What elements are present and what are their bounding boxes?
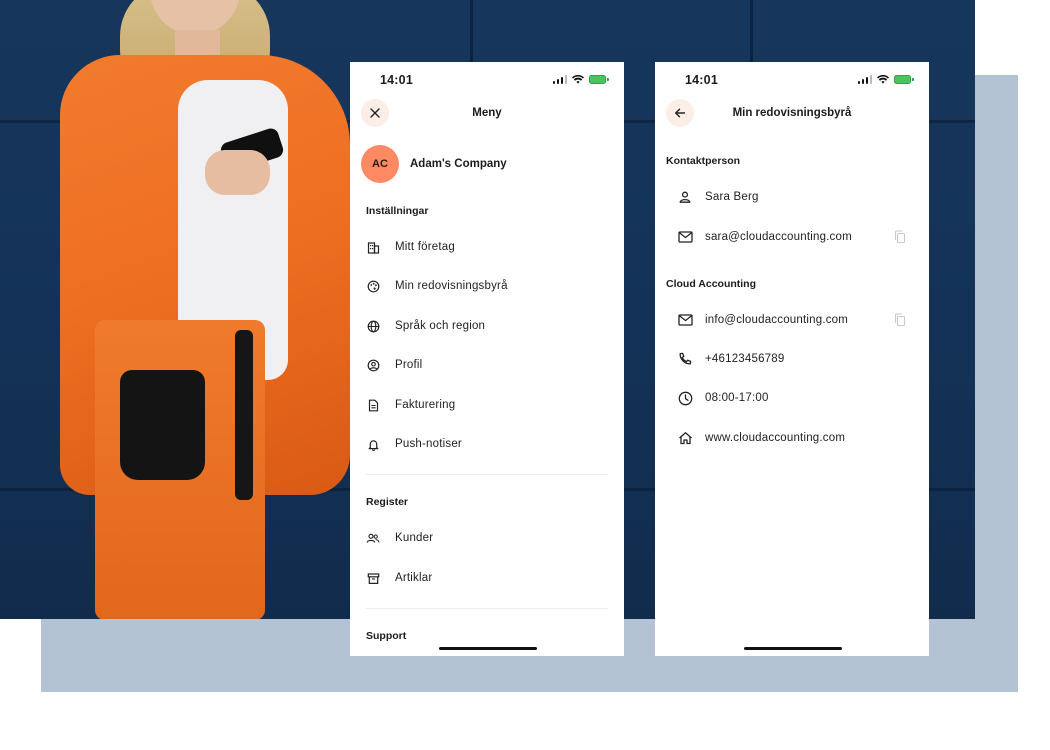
menu-item-label: Språk och region: [395, 320, 486, 332]
menu-item-label: Artiklar: [395, 572, 433, 584]
menu-item-push-notifications[interactable]: Push-notiser: [366, 432, 608, 456]
wifi-icon: [572, 75, 584, 84]
menu-screen: 14:01 Meny AC Adam's Company Inställning…: [350, 62, 624, 656]
menu-item-label: Fakturering: [395, 399, 456, 411]
menu-item-language-region[interactable]: Språk och region: [366, 314, 608, 338]
nav-bar: Meny: [350, 98, 624, 130]
status-time: 14:01: [380, 73, 413, 87]
figure-belt: [235, 330, 253, 500]
contact-name: Sara Berg: [705, 191, 759, 203]
signal-icon: [552, 75, 567, 84]
menu-item-label: Mitt företag: [395, 241, 455, 253]
status-icons: [552, 75, 609, 84]
section-heading-support: Support: [366, 630, 407, 642]
menu-item-label: Profil: [395, 359, 423, 371]
nav-bar: Min redovisningsbyrå: [655, 98, 929, 130]
page-title: Min redovisningsbyrå: [732, 107, 852, 119]
company-website: www.cloudaccounting.com: [705, 432, 846, 444]
contact-email: sara@cloudaccounting.com: [705, 231, 852, 243]
company-email: info@cloudaccounting.com: [705, 314, 849, 326]
company-phone: +46123456789: [705, 353, 785, 365]
copy-icon[interactable]: [893, 313, 907, 327]
battery-icon: [589, 75, 609, 84]
company-name: Adam's Company: [410, 158, 507, 170]
section-heading-contact-person: Kontaktperson: [666, 155, 741, 167]
status-time: 14:01: [685, 73, 718, 87]
phone-icon: [677, 351, 693, 367]
menu-item-profile[interactable]: Profil: [366, 353, 608, 377]
status-bar: 14:01: [350, 62, 624, 98]
menu-item-my-company[interactable]: Mitt företag: [366, 235, 608, 259]
avatar: AC: [361, 145, 399, 183]
divider: [366, 608, 608, 609]
section-heading-register: Register: [366, 496, 409, 508]
battery-icon: [894, 75, 914, 84]
contact-email-row[interactable]: sara@cloudaccounting.com: [677, 225, 907, 249]
bureau-screen: 14:01 Min redovisningsbyrå Kontaktperson…: [655, 62, 929, 656]
company-email-row[interactable]: info@cloudaccounting.com: [677, 308, 907, 332]
document-icon: [366, 398, 380, 412]
bell-icon: [366, 437, 380, 451]
contact-name-row: Sara Berg: [677, 185, 907, 209]
figure-bag: [120, 370, 205, 480]
company-header[interactable]: AC Adam's Company: [361, 145, 507, 183]
company-hours: 08:00-17:00: [705, 392, 769, 404]
home-indicator: [439, 646, 537, 650]
menu-item-billing[interactable]: Fakturering: [366, 393, 608, 417]
menu-item-articles[interactable]: Artiklar: [366, 566, 608, 590]
menu-item-label: Kunder: [395, 532, 434, 544]
status-icons: [857, 75, 914, 84]
signal-icon: [857, 75, 872, 84]
section-heading-company: Cloud Accounting: [666, 278, 757, 290]
section-heading-settings: Inställningar: [366, 205, 429, 217]
copy-icon[interactable]: [893, 230, 907, 244]
users-icon: [366, 531, 380, 545]
company-phone-row[interactable]: +46123456789: [677, 347, 907, 371]
figure-hand: [205, 150, 270, 195]
user-circle-icon: [366, 358, 380, 372]
home-icon: [677, 430, 693, 446]
palette-icon: [366, 279, 380, 293]
status-bar: 14:01: [655, 62, 929, 98]
home-indicator: [744, 646, 842, 650]
company-hours-row: 08:00-17:00: [677, 386, 907, 410]
menu-item-customers[interactable]: Kunder: [366, 526, 608, 550]
building-icon: [366, 240, 380, 254]
menu-item-label: Push-notiser: [395, 438, 462, 450]
wifi-icon: [877, 75, 889, 84]
company-website-row[interactable]: www.cloudaccounting.com: [677, 426, 907, 450]
page-title: Meny: [472, 107, 502, 119]
person-icon: [677, 189, 693, 205]
menu-item-label: Min redovisningsbyrå: [395, 280, 508, 292]
mail-icon: [677, 229, 693, 245]
menu-item-my-bureau[interactable]: Min redovisningsbyrå: [366, 274, 608, 298]
clock-icon: [677, 390, 693, 406]
archive-icon: [366, 571, 380, 585]
divider: [366, 474, 608, 475]
mail-icon: [677, 312, 693, 328]
globe-icon: [366, 319, 380, 333]
